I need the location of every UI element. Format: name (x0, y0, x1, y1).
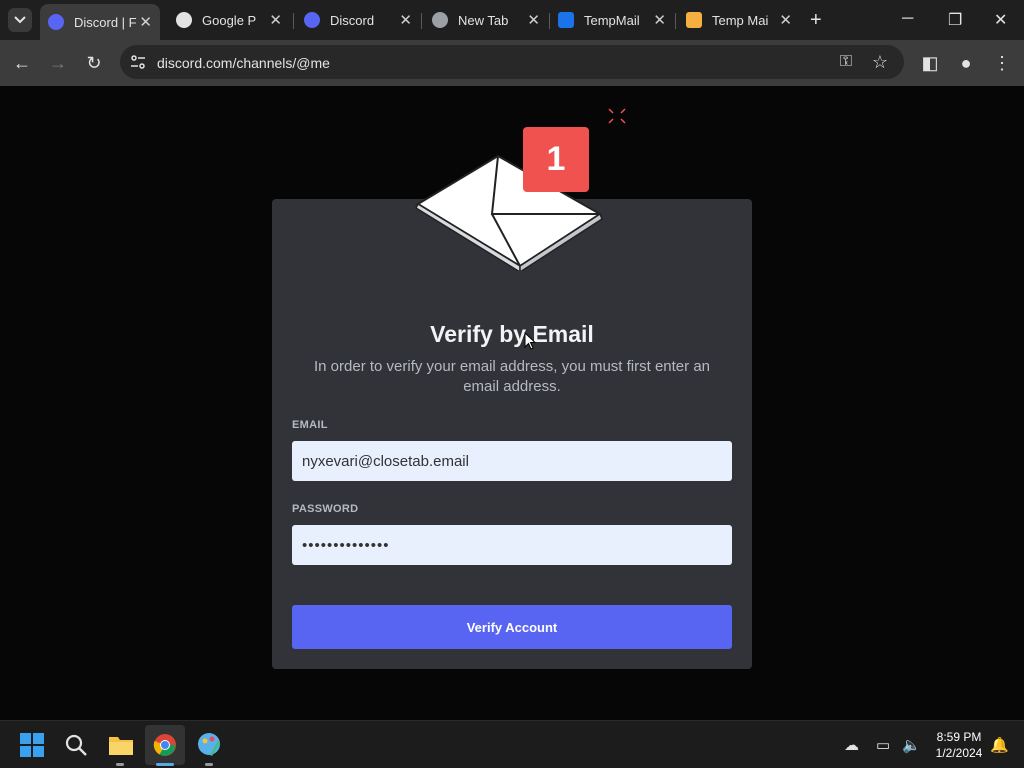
network-icon[interactable]: ▭ (876, 736, 890, 754)
onedrive-offline-icon[interactable]: ☁ (844, 736, 859, 754)
restore-icon[interactable]: ❐ (948, 10, 962, 30)
search-icon[interactable] (64, 733, 88, 757)
tab-title: New Tab (458, 12, 509, 28)
site-settings-icon[interactable] (130, 55, 146, 69)
email-field[interactable] (292, 441, 732, 481)
profile-icon[interactable]: ● (956, 53, 976, 73)
close-tab-icon[interactable]: ✕ (653, 11, 666, 29)
tab-strip: Discord | F ✕ Google Pa ✕ Discord ✕ New … (0, 0, 1024, 40)
tab-title: Discord (330, 12, 375, 28)
back-arrow-icon[interactable]: ← (12, 53, 32, 73)
tab-discord-active[interactable]: Discord | F ✕ (40, 4, 160, 40)
close-tab-icon[interactable]: ✕ (527, 11, 540, 29)
chevron-down-icon (14, 16, 26, 24)
taskbar-indicator (116, 763, 124, 766)
tab-temp-mail[interactable]: Temp Mail ✕ (678, 6, 800, 34)
side-panel-icon[interactable]: ◧ (920, 53, 940, 73)
temp-mail-envelope-icon (686, 12, 702, 28)
forward-arrow-icon[interactable]: → (48, 53, 68, 73)
tab-title: Google Pa (202, 12, 256, 28)
system-clock[interactable]: 8:59 PM 1/2/2024 (924, 729, 994, 761)
tab-new-tab[interactable]: New Tab ✕ (424, 6, 548, 34)
page-content: Verify by Email In order to verify your … (0, 86, 1024, 720)
paint-app-icon[interactable] (196, 731, 222, 757)
discord-icon (304, 12, 320, 28)
tab-tempmail[interactable]: TempMail ✕ (550, 6, 674, 34)
email-label: EMAIL (292, 419, 328, 431)
tab-discord[interactable]: Discord ✕ (296, 6, 420, 34)
modal-description: In order to verify your email address, y… (314, 358, 710, 395)
chrome-icon (432, 12, 448, 28)
close-tab-icon[interactable]: ✕ (779, 11, 792, 29)
notification-bell-icon[interactable]: 🔔 (990, 736, 1009, 754)
minimize-icon[interactable]: ─ (902, 10, 913, 28)
sparkle-icon (608, 108, 626, 124)
tab-search-button[interactable] (8, 8, 32, 32)
tab-title: Temp Mail (712, 12, 768, 28)
google-password-icon (176, 12, 192, 28)
url-text: discord.com/channels/@me (157, 55, 330, 71)
tab-title: Discord | F (74, 14, 137, 30)
reload-icon[interactable]: ↻ (84, 53, 104, 73)
chrome-taskbar-button[interactable] (145, 725, 185, 765)
file-explorer-icon[interactable] (108, 733, 134, 757)
new-tab-button[interactable]: + (810, 10, 822, 30)
modal-title: Verify by Email (430, 321, 594, 347)
volume-muted-icon[interactable]: 🔈 (902, 736, 921, 754)
password-field-wrapper (292, 525, 732, 565)
close-tab-icon[interactable]: ✕ (139, 13, 152, 31)
clock-date: 1/2/2024 (935, 746, 983, 760)
tempmail-icon (558, 12, 574, 28)
tab-title: TempMail (584, 12, 640, 28)
menu-kebab-icon[interactable]: ⋮ (992, 53, 1012, 73)
tab-separator (421, 13, 422, 29)
close-tab-icon[interactable]: ✕ (269, 11, 282, 29)
chrome-icon (153, 734, 176, 756)
windows-taskbar: ☁ ▭ 🔈 8:59 PM 1/2/2024 🔔 (0, 720, 1024, 768)
discord-icon (48, 14, 64, 30)
clock-time: 8:59 PM (936, 730, 982, 744)
taskbar-indicator-active (156, 763, 174, 766)
tab-separator (293, 13, 294, 29)
key-icon[interactable]: ⚿ (836, 52, 856, 72)
notification-badge: 1 (523, 127, 589, 192)
verify-account-button[interactable]: Verify Account (292, 605, 732, 649)
browser-toolbar: ← → ↻ discord.com/channels/@me ⚿ ☆ ◧ ● ⋮ (0, 40, 1024, 86)
close-window-icon[interactable]: ✕ (994, 10, 1007, 30)
mouse-cursor-icon (524, 332, 536, 350)
close-tab-icon[interactable]: ✕ (399, 11, 412, 29)
tab-google-password[interactable]: Google Pa ✕ (168, 6, 290, 34)
windows-start-icon[interactable] (20, 733, 44, 757)
password-field[interactable] (292, 525, 732, 565)
bookmark-star-icon[interactable]: ☆ (870, 52, 890, 72)
password-label: PASSWORD (292, 503, 359, 515)
tab-separator (675, 13, 676, 29)
email-field-wrapper (292, 441, 732, 481)
address-bar[interactable]: discord.com/channels/@me ⚿ ☆ (120, 45, 904, 79)
taskbar-indicator (205, 763, 213, 766)
